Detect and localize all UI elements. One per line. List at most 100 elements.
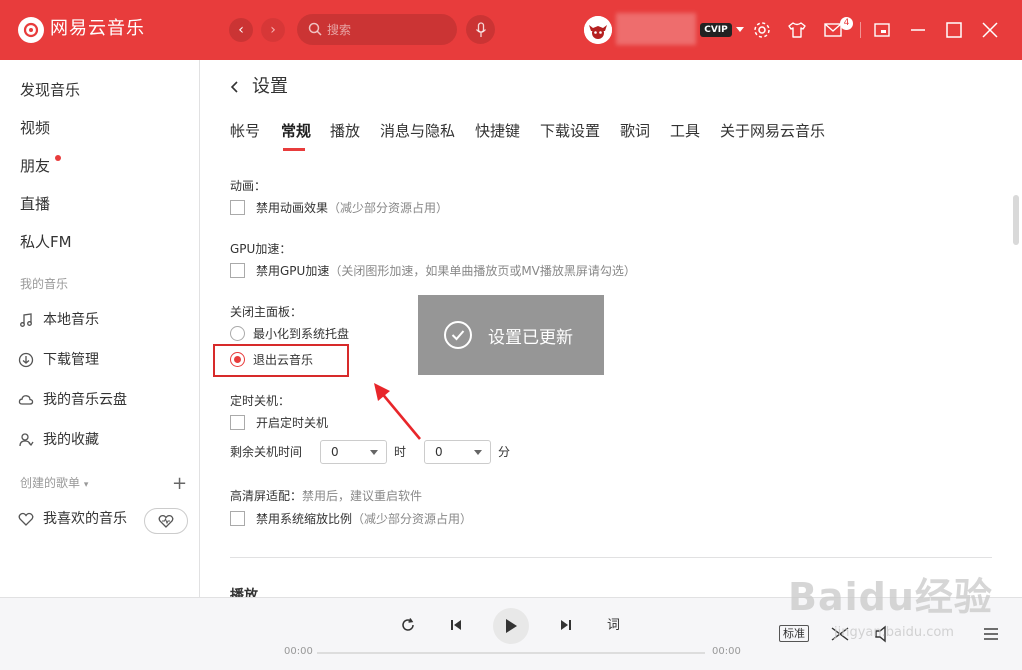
skip-next-icon (561, 620, 571, 630)
user-menu-caret-icon[interactable] (736, 27, 744, 32)
tab-about[interactable]: 关于网易云音乐 (720, 120, 825, 142)
enable-timer-label: 开启定时关机 (256, 416, 329, 430)
my-music-heading: 我的音乐 (20, 277, 69, 291)
message-count-badge: 4 (840, 17, 853, 30)
disable-scaling-label: 禁用系统缩放比例（减少部分资源占用） (256, 512, 473, 526)
create-playlist-plus-icon[interactable]: + (172, 475, 187, 493)
sidebar-item-downloads[interactable]: 下载管理 (18, 350, 99, 370)
sidebar-item-live[interactable]: 直播 (20, 194, 50, 214)
voice-search-button[interactable] (466, 15, 495, 44)
progress-bar[interactable] (317, 652, 705, 654)
disable-gpu-label: 禁用GPU加速（关闭图形加速，如果单曲播放页或MV播放黑屏请勾选） (256, 264, 636, 278)
mini-mode-icon[interactable] (872, 20, 892, 40)
sound-effect-icon[interactable] (830, 625, 850, 643)
settings-panel: 设置 帐号 常规 播放 消息与隐私 快捷键 下载设置 歌词 工具 关于网易云音乐… (200, 60, 1022, 597)
created-playlists-heading[interactable]: 创建的歌单 ▾ (20, 475, 88, 493)
previous-track-button[interactable] (445, 614, 467, 636)
collection-icon (19, 433, 34, 447)
heart-icon (18, 512, 34, 526)
disable-gpu-checkbox[interactable] (230, 263, 245, 278)
search-input[interactable] (327, 20, 447, 39)
hours-select[interactable]: 0 (320, 440, 387, 464)
disable-scaling-checkbox[interactable] (230, 511, 245, 526)
netease-logo-icon (18, 17, 44, 43)
volume-icon[interactable] (874, 625, 892, 643)
skin-shirt-icon[interactable] (787, 20, 807, 40)
tab-general[interactable]: 常规 (281, 120, 311, 142)
sidebar-item-liked-music[interactable]: 我喜欢的音乐 (18, 509, 127, 529)
sidebar-item-label: 我的音乐云盘 (43, 392, 127, 408)
lyrics-button[interactable]: 词 (607, 618, 620, 634)
disable-animation-label: 禁用动画效果（减少部分资源占用） (256, 201, 449, 215)
heartbeat-mode-button[interactable] (144, 508, 188, 534)
red-arrow-annotation (374, 383, 421, 440)
notification-dot (55, 155, 61, 161)
total-time: 00:00 (712, 646, 741, 657)
minimize-to-tray-radio[interactable] (230, 326, 245, 341)
tab-lyrics[interactable]: 歌词 (620, 120, 650, 142)
tab-account[interactable]: 帐号 (230, 120, 260, 142)
download-icon (18, 352, 34, 368)
sidebar: 发现音乐 视频 朋友 直播 私人FM 我的音乐 本地音乐 下载管理 我的音乐云盘… (0, 60, 200, 597)
search-icon (308, 22, 322, 36)
settings-updated-toast: 设置已更新 (418, 295, 604, 375)
close-panel-heading: 关闭主面板： (230, 305, 303, 319)
sidebar-item-label: 本地音乐 (43, 312, 99, 328)
play-button[interactable] (493, 608, 529, 644)
title-bar-divider (860, 22, 861, 38)
remaining-time-label: 剩余关机时间 (230, 445, 303, 459)
heartbeat-icon (158, 514, 174, 528)
sidebar-item-friends[interactable]: 朋友 (20, 156, 50, 176)
sidebar-item-label: 下载管理 (43, 352, 99, 368)
title-bar: 网易云音乐 ‹ › CVIP 4 (0, 0, 1022, 60)
playlist-icon[interactable] (982, 626, 1000, 642)
vip-badge[interactable]: CVIP (700, 23, 732, 37)
close-icon[interactable] (980, 20, 1000, 40)
tab-messages-privacy[interactable]: 消息与隐私 (380, 120, 455, 142)
maximize-icon[interactable] (944, 20, 964, 40)
loop-mode-button[interactable] (397, 614, 419, 636)
sound-quality-button[interactable]: 标准 (779, 625, 809, 642)
sidebar-item-collection[interactable]: 我的收藏 (18, 430, 99, 450)
tab-shortcuts[interactable]: 快捷键 (475, 120, 520, 142)
forward-nav-button[interactable]: › (261, 18, 285, 42)
sidebar-item-video[interactable]: 视频 (20, 118, 50, 138)
tab-tools[interactable]: 工具 (670, 120, 700, 142)
tab-download-settings[interactable]: 下载设置 (540, 120, 600, 142)
checkmark-icon (444, 321, 472, 349)
minutes-select[interactable]: 0 (424, 440, 491, 464)
sidebar-item-cloud-disk[interactable]: 我的音乐云盘 (18, 390, 127, 410)
back-nav-button[interactable]: ‹ (229, 18, 253, 42)
user-avatar[interactable] (584, 16, 612, 44)
cloud-icon (18, 395, 34, 405)
minutes-unit: 分 (498, 445, 511, 459)
minimize-icon[interactable] (908, 20, 928, 40)
search-box[interactable] (297, 14, 457, 45)
sidebar-item-personal-fm[interactable]: 私人FM (20, 232, 72, 252)
app-title: 网易云音乐 (50, 18, 145, 39)
animation-heading: 动画： (230, 179, 267, 193)
player-bar: 词 00:00 00:00 标准 (0, 597, 1022, 670)
section-divider (230, 557, 992, 558)
app-window: 网易云音乐 ‹ › CVIP 4 发现音乐 视频 朋友 直播 私人FM (0, 0, 1022, 670)
toast-message: 设置已更新 (488, 327, 573, 348)
highlight-annotation-box (213, 344, 349, 377)
tab-playback[interactable]: 播放 (330, 120, 360, 142)
chevron-left-icon (230, 81, 238, 93)
hidpi-heading: 高清屏适配：禁用后，建议重启软件 (230, 489, 423, 503)
next-track-button[interactable] (555, 614, 577, 636)
hours-unit: 时 (394, 445, 407, 459)
page-title: 设置 (252, 76, 288, 97)
playback-section-heading: 播放 (230, 588, 258, 597)
play-icon (506, 619, 517, 633)
sidebar-item-local-music[interactable]: 本地音乐 (18, 310, 99, 330)
active-tab-indicator (283, 148, 305, 151)
repeat-icon (402, 618, 414, 631)
username-blurred[interactable] (616, 13, 696, 45)
sidebar-item-discover[interactable]: 发现音乐 (20, 80, 80, 100)
enable-timer-checkbox[interactable] (230, 415, 245, 430)
disable-animation-checkbox[interactable] (230, 200, 245, 215)
settings-back-button[interactable]: 设置 (228, 76, 288, 98)
scrollbar-thumb[interactable] (1013, 195, 1019, 245)
settings-gear-icon[interactable] (752, 20, 772, 40)
